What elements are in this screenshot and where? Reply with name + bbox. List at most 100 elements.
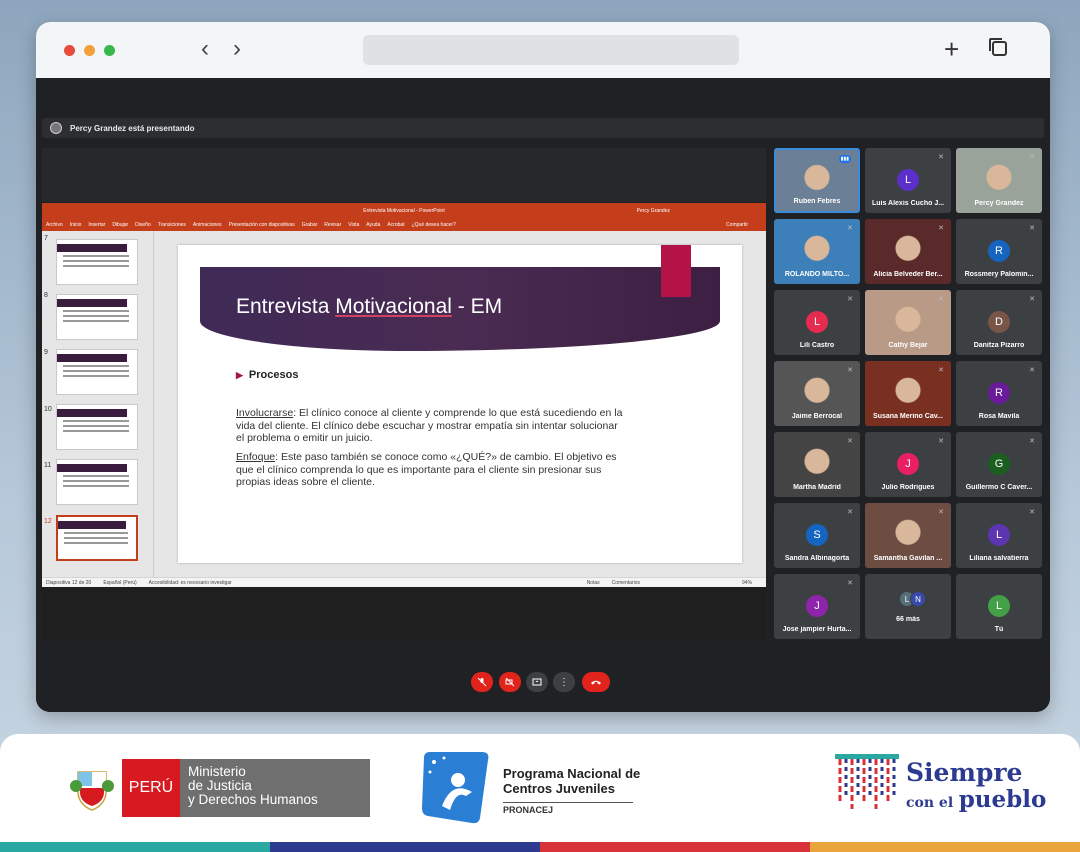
tab-presentacion[interactable]: Presentación con diapositivas — [229, 222, 295, 228]
tab-grabar[interactable]: Grabar — [302, 222, 318, 228]
avatar: R — [988, 240, 1010, 262]
avatar: G — [988, 453, 1010, 475]
hang-up-button[interactable] — [582, 672, 610, 692]
pronacej-subtitle: PRONACEJ — [503, 802, 633, 815]
ministry-line: de Justicia — [188, 778, 252, 793]
tell-me-input[interactable]: ¿Qué desea hacer? — [412, 222, 456, 228]
slide[interactable]: Entrevista Motivacional - EM ▶ Procesos I… — [178, 245, 742, 563]
participant-name: 66 más — [896, 616, 920, 623]
participant-tile[interactable]: ✕ Percy Grandez — [956, 148, 1042, 213]
tab-animaciones[interactable]: Animaciones — [193, 222, 222, 228]
footer-stripe — [270, 842, 540, 852]
slide-accent-block — [661, 245, 691, 297]
participant-tile[interactable]: ✕ Cathy Bejar — [865, 290, 951, 355]
participant-tile[interactable]: L ✕ Luis Alexis Cucho J... — [865, 148, 951, 213]
participant-tile[interactable]: R ✕ Rossmery Palomin... — [956, 219, 1042, 284]
chevron-left-icon[interactable]: ‹ — [201, 36, 209, 62]
participant-tile[interactable]: D ✕ Danitza Pizarro — [956, 290, 1042, 355]
participant-tile[interactable]: J ✕ Jose jampier Hurta... — [774, 574, 860, 639]
present-icon — [532, 678, 542, 686]
participant-tile[interactable]: L ✕ Lili Castro — [774, 290, 860, 355]
thumb-number: 9 — [44, 349, 48, 356]
participant-name: Cathy Bejar — [888, 342, 928, 349]
status-language[interactable]: Español (Perú) — [103, 580, 136, 586]
participant-tile[interactable]: S ✕ Sandra Albinagorta — [774, 503, 860, 568]
participant-tile[interactable]: G ✕ Guillermo C Caver... — [956, 432, 1042, 497]
thumb-number: 11 — [44, 462, 52, 469]
thumb-number: 10 — [44, 406, 52, 413]
camera-off-button[interactable] — [499, 672, 521, 692]
tab-ayuda[interactable]: Ayuda — [366, 222, 380, 228]
mic-off-icon: ✕ — [1029, 509, 1035, 516]
ministry-line: Ministerio — [188, 764, 246, 779]
ministry-line: y Derechos Humanos — [188, 792, 318, 807]
peru-brand: PERÚ — [122, 759, 180, 817]
presenting-text: Percy Grandez está presentando — [70, 123, 195, 133]
present-button[interactable] — [526, 672, 548, 692]
share-button[interactable]: Compartir — [726, 222, 748, 228]
pronacej-title-line: Programa Nacional de — [503, 766, 641, 781]
slide-thumbnail-selected[interactable] — [56, 515, 138, 561]
tab-archivo[interactable]: Archivo — [46, 222, 63, 228]
participant-tile[interactable]: L Tú — [956, 574, 1042, 639]
participant-tile[interactable]: ✕ Samantha Gavilan ... — [865, 503, 951, 568]
footer-stripe — [810, 842, 1080, 852]
participant-tile[interactable]: ▮▮▮ Ruben Febres — [774, 148, 860, 213]
slide-thumbnail[interactable] — [56, 294, 138, 340]
participant-tile[interactable]: L N 66 más — [865, 574, 951, 639]
avatar — [50, 122, 62, 134]
zoom-level[interactable]: 94% — [742, 580, 752, 586]
participant-tile[interactable]: ✕ Alicia Belveder Ber... — [865, 219, 951, 284]
tab-transiciones[interactable]: Transiciones — [158, 222, 186, 228]
slide-title-underlined: Motivacional — [335, 295, 452, 318]
hang-up-icon — [591, 680, 601, 685]
mic-off-icon: ✕ — [847, 296, 853, 303]
slide-thumbnail[interactable] — [56, 404, 138, 450]
tab-insertar[interactable]: Insertar — [88, 222, 105, 228]
participant-tile[interactable]: R ✕ Rosa Mavila — [956, 361, 1042, 426]
participant-tile[interactable]: ✕ Jaime Berrocal — [774, 361, 860, 426]
participant-tile[interactable]: ✕ Martha Madrid — [774, 432, 860, 497]
paragraph-text: : Este paso también se conoce como «¿QUÉ… — [236, 451, 617, 488]
avatar: J — [897, 453, 919, 475]
tab-revisar[interactable]: Revisar — [324, 222, 341, 228]
address-bar[interactable] — [363, 35, 739, 65]
tab-acrobat[interactable]: Acrobat — [387, 222, 404, 228]
more-options-button[interactable]: ⋮ — [553, 672, 575, 692]
ppt-body: 7 8 9 10 11 12 Entrevista Motivacional -… — [42, 231, 766, 577]
notes-button[interactable]: Notas — [587, 580, 600, 586]
participant-name: Rosa Mavila — [978, 413, 1020, 420]
mic-off-icon: ✕ — [938, 509, 944, 516]
copy-icon[interactable] — [987, 36, 1009, 62]
participant-tile[interactable]: ✕ Susana Merino Cav... — [865, 361, 951, 426]
slide-thumbnail[interactable] — [56, 349, 138, 395]
participant-name: Samantha Gavilan ... — [873, 555, 943, 562]
close-window-dot[interactable] — [64, 45, 75, 56]
tab-dibujar[interactable]: Dibujar — [112, 222, 128, 228]
mic-off-icon: ✕ — [1029, 154, 1035, 161]
comments-button[interactable]: Comentarios — [612, 580, 640, 586]
participant-name: Julio Rodrigues — [881, 484, 935, 491]
chevron-right-icon[interactable]: › — [233, 36, 241, 62]
con-el-text: con el — [906, 795, 954, 811]
participant-tile[interactable]: J ✕ Julio Rodrigues — [865, 432, 951, 497]
slide-title-part: - EM — [451, 295, 503, 318]
participant-name: Ruben Febres — [793, 198, 841, 205]
status-accessibility[interactable]: Accesibilidad: es necesario investigar — [149, 580, 232, 586]
slide-thumbnail[interactable] — [56, 459, 138, 505]
mic-off-button[interactable] — [471, 672, 493, 692]
thumb-number: 7 — [44, 235, 48, 242]
mic-off-icon: ✕ — [938, 296, 944, 303]
slide-thumbnail[interactable] — [56, 239, 138, 285]
tab-vista[interactable]: Vista — [348, 222, 359, 228]
tab-diseno[interactable]: Diseño — [135, 222, 151, 228]
participant-tile[interactable]: L ✕ Liliana salvatierra — [956, 503, 1042, 568]
participant-name: Guillermo C Caver... — [965, 484, 1033, 491]
maximize-window-dot[interactable] — [104, 45, 115, 56]
plus-icon[interactable]: + — [944, 36, 959, 62]
participant-tile[interactable]: ✕ ROLANDO MILTO... — [774, 219, 860, 284]
meet-area: Percy Grandez está presentando Entrevist… — [36, 78, 1050, 712]
tab-inicio[interactable]: Inicio — [70, 222, 82, 228]
minimize-window-dot[interactable] — [84, 45, 95, 56]
more-vert-icon: ⋮ — [559, 676, 569, 688]
